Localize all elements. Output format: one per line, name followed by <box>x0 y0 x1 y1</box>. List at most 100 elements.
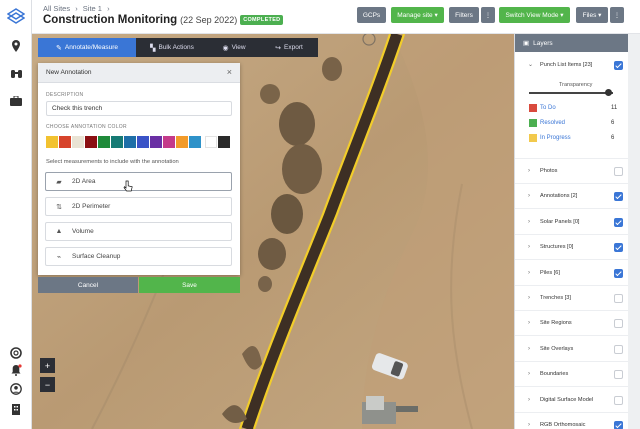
layers-header[interactable]: ▣ Layers <box>515 34 628 52</box>
layer-checkbox[interactable] <box>614 395 623 405</box>
breadcrumb-separator: › <box>107 4 110 13</box>
measurement-2d-perimeter[interactable]: ⇅ 2D Perimeter <box>45 197 232 216</box>
color-swatch[interactable] <box>163 136 175 148</box>
color-swatch[interactable] <box>124 136 136 148</box>
zoom-out-button[interactable]: − <box>40 377 55 392</box>
chevron-right-icon[interactable]: › <box>528 219 530 225</box>
layer-row[interactable]: › Site Regions <box>515 311 628 337</box>
chevron-right-icon[interactable]: › <box>528 270 530 276</box>
save-button[interactable]: Save <box>139 277 240 293</box>
measurement-2d-area[interactable]: ▰ 2D Area <box>45 172 232 191</box>
color-swatch[interactable] <box>46 136 58 148</box>
cleanup-icon: ⌁ <box>56 253 62 261</box>
layer-row[interactable]: › Solar Panels [0] <box>515 210 628 235</box>
chevron-right-icon[interactable]: › <box>528 371 530 377</box>
layer-checkbox[interactable] <box>614 319 623 329</box>
layer-checkbox[interactable] <box>614 344 623 354</box>
layer-row[interactable]: › Trenches [3] <box>515 286 628 311</box>
close-icon[interactable]: × <box>227 67 232 77</box>
switch-view-mode-button[interactable]: Switch View Mode ▾ <box>499 7 570 23</box>
description-input[interactable]: Check this trench <box>46 101 232 116</box>
chevron-right-icon[interactable]: › <box>528 168 530 174</box>
layer-row[interactable]: › RGB Orthomosaic <box>515 413 628 429</box>
chevron-right-icon[interactable]: › <box>528 295 530 301</box>
layer-label: Piles [6] <box>540 269 560 276</box>
chevron-right-icon[interactable]: › <box>528 193 530 199</box>
briefcase-icon[interactable] <box>8 93 24 109</box>
layer-label: Trenches [3] <box>540 295 571 301</box>
chevron-right-icon[interactable]: › <box>528 244 530 250</box>
color-swatch[interactable] <box>189 136 201 148</box>
chevron-right-icon[interactable]: › <box>528 346 530 352</box>
color-swatch[interactable] <box>150 136 162 148</box>
measurement-volume[interactable]: ▲ Volume <box>45 222 232 241</box>
layer-checkbox[interactable] <box>614 294 623 303</box>
gcps-button[interactable]: GCPs <box>357 7 386 23</box>
layer-row[interactable]: › Boundaries <box>515 362 628 388</box>
layer-checkbox[interactable] <box>614 421 623 429</box>
color-swatch[interactable] <box>85 136 97 148</box>
user-profile-icon[interactable] <box>8 381 24 397</box>
color-swatch[interactable] <box>137 136 149 148</box>
layer-checkbox[interactable] <box>614 167 623 176</box>
color-swatch[interactable] <box>59 136 71 148</box>
tab-export-label: Export <box>284 44 303 51</box>
app-logo-icon[interactable] <box>7 8 25 26</box>
volume-icon: ▲ <box>55 228 63 235</box>
layer-checkbox[interactable] <box>614 217 623 227</box>
map-toolbar: ✎ Annotate/Measure ▚ Bulk Actions ◉ View ↪ E… <box>38 38 318 57</box>
layer-row[interactable]: › Annotations [2] <box>515 184 628 210</box>
tab-bulk-actions[interactable]: ▚ Bulk Actions <box>136 38 208 57</box>
cancel-button[interactable]: Cancel <box>38 277 138 293</box>
files-button[interactable]: Files ▾ <box>576 7 608 23</box>
measurement-surface-cleanup[interactable]: ⌁ Surface Cleanup <box>45 247 232 266</box>
map-pin-icon[interactable] <box>8 38 24 54</box>
pencil-icon: ✎ <box>56 44 62 52</box>
layer-checkbox[interactable] <box>614 61 623 70</box>
legend-count: 6 <box>611 120 615 126</box>
tab-view[interactable]: ◉ View <box>208 38 260 57</box>
layer-row[interactable]: › Structures [0] <box>515 235 628 261</box>
tab-annotate-label: Annotate/Measure <box>64 44 118 51</box>
layer-label: RGB Orthomosaic <box>540 422 586 428</box>
binoculars-icon[interactable] <box>8 65 24 81</box>
color-swatch[interactable] <box>218 136 230 148</box>
chevron-right-icon[interactable]: › <box>528 397 530 403</box>
color-swatch[interactable] <box>176 136 188 148</box>
filters-button[interactable]: Filters <box>449 7 479 23</box>
chevron-down-icon[interactable]: ⌄ <box>528 61 533 68</box>
breadcrumb-site[interactable]: Site 1 <box>83 4 102 13</box>
color-swatch[interactable] <box>98 136 110 148</box>
help-lifebuoy-icon[interactable] <box>8 345 24 361</box>
manage-site-button[interactable]: Manage site ▾ <box>391 7 444 23</box>
transparency-slider-thumb[interactable] <box>605 89 613 96</box>
layer-row[interactable]: › Digital Surface Model <box>515 388 628 413</box>
tab-annotate-measure[interactable]: ✎ Annotate/Measure <box>38 38 136 57</box>
layer-row[interactable]: › Site Overlays <box>515 337 628 362</box>
layer-checkbox[interactable] <box>614 192 623 202</box>
filters-more-button[interactable]: ⋮ <box>481 7 495 23</box>
layer-row[interactable]: › Piles [6] <box>515 261 628 286</box>
files-more-button[interactable]: ⋮ <box>610 7 624 23</box>
bulk-select-icon: ▚ <box>150 44 156 52</box>
legend-label: Resolved <box>540 120 566 126</box>
zoom-in-button[interactable]: + <box>40 358 55 373</box>
mouse-cursor-icon <box>123 180 133 192</box>
chevron-right-icon[interactable]: › <box>528 422 530 428</box>
page-title-text: Construction Monitoring <box>43 14 178 26</box>
layer-checkbox[interactable] <box>614 370 623 380</box>
tab-export[interactable]: ↪ Export <box>260 38 318 57</box>
layers-scrollbar[interactable] <box>628 34 640 429</box>
transparency-slider-track[interactable] <box>529 92 613 94</box>
breadcrumb-all-sites[interactable]: All Sites <box>43 4 70 13</box>
color-swatch[interactable] <box>72 136 84 148</box>
layer-row[interactable]: › Photos <box>515 159 628 184</box>
notifications-bell-icon[interactable] <box>8 362 24 378</box>
status-badge: COMPLETED <box>240 15 284 25</box>
chevron-right-icon[interactable]: › <box>528 320 530 326</box>
layer-checkbox[interactable] <box>614 243 623 253</box>
color-swatch[interactable] <box>111 136 123 148</box>
organization-building-icon[interactable] <box>8 401 24 417</box>
layer-checkbox[interactable] <box>614 268 623 278</box>
color-swatch[interactable] <box>205 136 217 148</box>
